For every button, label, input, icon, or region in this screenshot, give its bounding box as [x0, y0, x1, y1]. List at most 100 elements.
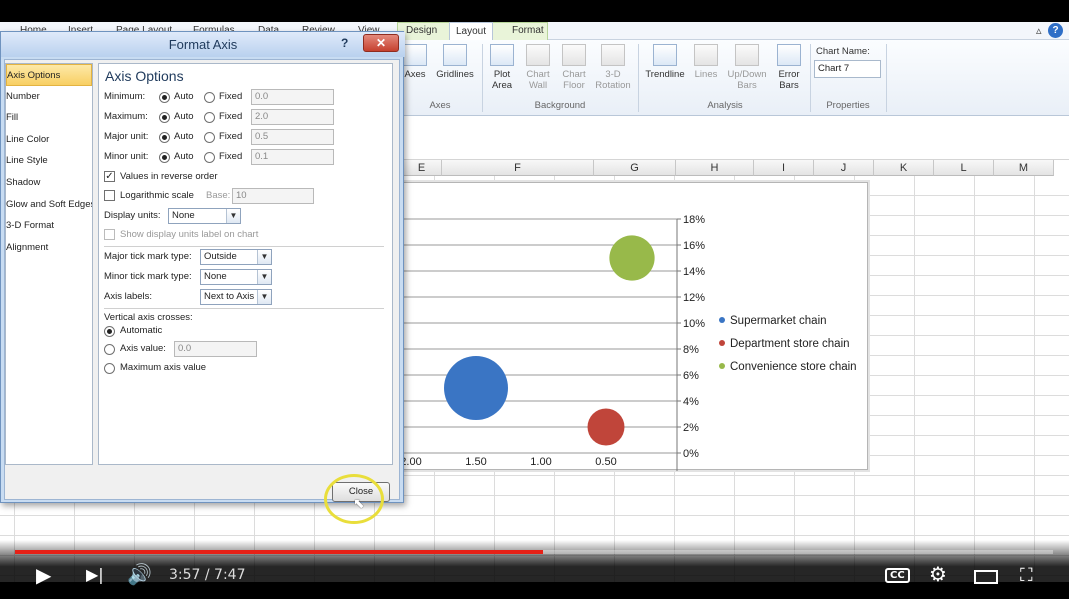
crosses-max-radio[interactable] [104, 363, 115, 374]
minor-unit-auto-radio[interactable] [159, 152, 170, 163]
nav-number[interactable]: Number [6, 86, 92, 108]
volume-icon[interactable]: 🔊 [127, 562, 152, 586]
up-down-bars-label: Up/Down Bars [727, 69, 767, 91]
play-icon[interactable]: ▶ [36, 563, 51, 587]
minor-tick-value: None [204, 271, 227, 282]
log-scale-row: Logarithmic scale Base: 10 [104, 188, 389, 205]
major-unit-label: Major unit: [104, 131, 149, 142]
minimum-value-input[interactable]: 0.0 [251, 89, 334, 105]
axis-labels-value: Next to Axis [204, 291, 255, 302]
chart-floor-button[interactable]: Chart Floor [557, 44, 591, 91]
major-tick-label: Major tick mark type: [104, 251, 192, 262]
crosses-value-radio[interactable] [104, 344, 115, 355]
column-header-j[interactable]: J [814, 160, 874, 176]
nav-glow-soft-edges[interactable]: Glow and Soft Edges [6, 194, 92, 216]
tab-layout[interactable]: Layout [449, 22, 494, 41]
minimum-auto-radio[interactable] [159, 92, 170, 103]
axis-labels-row: Axis labels: Next to Axis ▼ [104, 289, 389, 306]
progress-played [15, 550, 544, 554]
axes-button[interactable]: Axes [402, 44, 428, 80]
minor-unit-fixed-label: Fixed [219, 151, 243, 162]
base-value-input[interactable]: 10 [232, 188, 314, 204]
help-icon[interactable]: ? [1048, 23, 1063, 38]
maximum-fixed-radio[interactable] [204, 112, 215, 123]
column-header-l[interactable]: L [934, 160, 994, 176]
3d-rotation-button[interactable]: 3-D Rotation [593, 44, 633, 91]
gridlines-button-label: Gridlines [436, 69, 474, 80]
nav-line-style[interactable]: Line Style [6, 150, 92, 172]
minor-unit-value-input[interactable]: 0.1 [251, 149, 334, 165]
minor-tick-label: Minor tick mark type: [104, 271, 192, 282]
up-down-bars-button[interactable]: Up/Down Bars [724, 44, 770, 91]
display-units-select[interactable]: None ▼ [168, 208, 241, 224]
dialog-help-icon[interactable]: ? [341, 36, 348, 50]
chart-wall-button[interactable]: Chart Wall [522, 44, 554, 91]
column-header-i[interactable]: I [754, 160, 814, 176]
axis-labels-select[interactable]: Next to Axis ▼ [200, 289, 272, 305]
mouse-cursor-icon: ⬉ [353, 495, 365, 511]
nav-alignment[interactable]: Alignment [6, 237, 92, 259]
error-bars-button[interactable]: Error Bars [774, 44, 804, 91]
crosses-auto-row: Automatic [104, 323, 389, 340]
nav-axis-options[interactable]: Axis Options [6, 64, 92, 86]
major-unit-value-input[interactable]: 0.5 [251, 129, 334, 145]
plot-area-button[interactable]: Plot Area [486, 44, 518, 91]
fullscreen-icon[interactable]: ⛶ [1020, 565, 1033, 586]
column-header-e[interactable]: E [402, 160, 442, 176]
major-tick-select[interactable]: Outside ▼ [200, 249, 272, 265]
reverse-order-checkbox[interactable]: ✓ [104, 171, 115, 182]
show-units-checkbox[interactable] [104, 229, 115, 240]
maximum-value-input[interactable]: 2.0 [251, 109, 334, 125]
crosses-auto-radio[interactable] [104, 326, 115, 337]
column-header-m[interactable]: M [994, 160, 1054, 176]
video-frame: Home Insert Page Layout Formulas Data Re… [0, 0, 1069, 599]
progress-bar[interactable] [15, 550, 1053, 554]
gridlines-button[interactable]: Gridlines [433, 44, 477, 80]
column-header-g[interactable]: G [594, 160, 676, 176]
minimum-row: Minimum: Auto Fixed 0.0 [104, 89, 389, 106]
bubble-chart[interactable]: 18%16%14%12%10%8%6%4%2%0%-2%2.001.501.00… [400, 182, 868, 486]
crosses-value-label: Axis value: [120, 343, 166, 354]
column-header-f[interactable]: F [442, 160, 594, 176]
y-tick-label: 6% [683, 370, 699, 382]
minor-unit-fixed-radio[interactable] [204, 152, 215, 163]
chart-wall-icon [526, 44, 550, 66]
time-display: 3:57 / 7:47 [169, 567, 246, 583]
major-unit-fixed-radio[interactable] [204, 132, 215, 143]
captions-icon[interactable]: CC [885, 568, 910, 583]
legend-label: Department store chain [730, 338, 850, 350]
lines-button[interactable]: Lines [692, 44, 720, 80]
plot-area-label: Plot Area [491, 69, 513, 91]
minimum-fixed-radio[interactable] [204, 92, 215, 103]
minimize-ribbon-icon[interactable]: ▵ [1036, 24, 1042, 37]
panel-heading: Axis Options [105, 68, 184, 84]
chevron-down-icon: ▼ [226, 209, 240, 223]
nav-fill[interactable]: Fill [6, 107, 92, 129]
tab-design[interactable]: Design [400, 22, 443, 40]
next-icon[interactable]: ▶| [86, 565, 104, 584]
tab-format[interactable]: Format [506, 22, 550, 40]
column-header-k[interactable]: K [874, 160, 934, 176]
group-separator [638, 44, 639, 112]
nav-3d-format[interactable]: 3-D Format [6, 215, 92, 237]
minor-tick-select[interactable]: None ▼ [200, 269, 272, 285]
dialog-close-icon[interactable]: ✕ [363, 34, 399, 52]
axis-options-panel: Axis Options Minimum: Auto Fixed 0.0 Max… [98, 63, 393, 465]
lines-label: Lines [694, 69, 718, 80]
chart-name-input[interactable]: Chart 7 [814, 60, 881, 78]
nav-shadow[interactable]: Shadow [6, 172, 92, 194]
crosses-value-input[interactable]: 0.0 [174, 341, 257, 357]
settings-gear-icon[interactable]: ⚙ [929, 562, 947, 586]
y-tick-label: 4% [683, 396, 699, 408]
maximum-auto-radio[interactable] [159, 112, 170, 123]
column-header-h[interactable]: H [676, 160, 754, 176]
trendline-button[interactable]: Trendline [642, 44, 688, 80]
major-unit-auto-radio[interactable] [159, 132, 170, 143]
divider [104, 308, 384, 309]
trendline-label: Trendline [645, 69, 685, 80]
group-separator [886, 44, 887, 112]
log-scale-checkbox[interactable] [104, 190, 115, 201]
theater-mode-icon[interactable] [974, 570, 998, 584]
maximum-fixed-label: Fixed [219, 111, 243, 122]
nav-line-color[interactable]: Line Color [6, 129, 92, 151]
